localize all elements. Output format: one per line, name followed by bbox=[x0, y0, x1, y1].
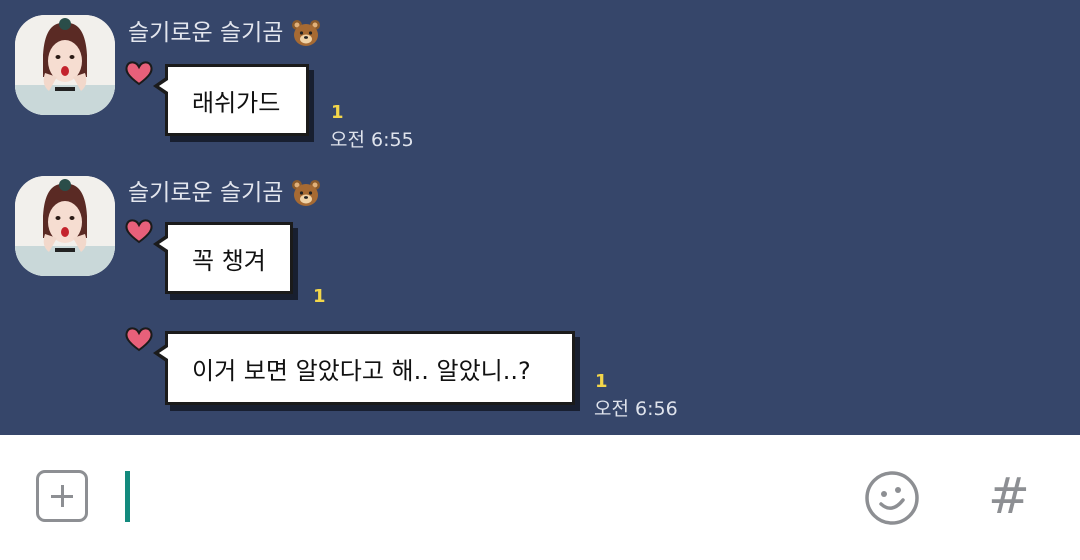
unread-count: 1 bbox=[313, 286, 326, 307]
bear-face-icon bbox=[291, 179, 321, 207]
sender-name-text: 슬기로운 슬기곰 bbox=[128, 180, 284, 206]
sender-name: 슬기로운 슬기곰 bbox=[128, 18, 321, 48]
message-text: 이거 보면 알았다고 해.. 알았니..? bbox=[192, 356, 531, 385]
plus-square-icon[interactable] bbox=[36, 470, 88, 522]
sender-name: 슬기로운 슬기곰 bbox=[128, 178, 321, 208]
message-bubble[interactable]: 이거 보면 알았다고 해.. 알았니..? bbox=[153, 331, 575, 405]
profile-photo bbox=[15, 176, 115, 276]
hashtag-button[interactable]: # bbox=[984, 468, 1034, 524]
heart-icon bbox=[125, 327, 153, 352]
profile-avatar[interactable] bbox=[15, 15, 115, 115]
message-text: 꼭 챙겨 bbox=[192, 246, 266, 275]
unread-count: 1 bbox=[595, 371, 608, 392]
message-time: 오전 6:56 bbox=[594, 398, 678, 420]
profile-photo bbox=[15, 15, 115, 115]
chat-area: 슬기로운 슬기곰 래쉬가드 1 오전 6:55 슬기로운 슬기곰 꼭 챙겨 1 … bbox=[0, 0, 1080, 435]
message-text: 래쉬가드 bbox=[192, 88, 281, 117]
profile-avatar[interactable] bbox=[15, 176, 115, 276]
message-bubble[interactable]: 래쉬가드 bbox=[153, 64, 309, 136]
smiley-icon[interactable] bbox=[864, 470, 920, 526]
text-cursor[interactable] bbox=[125, 471, 130, 522]
unread-count: 1 bbox=[331, 102, 344, 123]
heart-icon bbox=[125, 219, 153, 244]
message-bubble[interactable]: 꼭 챙겨 bbox=[153, 222, 293, 294]
bear-face-icon bbox=[291, 19, 321, 47]
message-time: 오전 6:55 bbox=[330, 129, 414, 151]
sender-name-text: 슬기로운 슬기곰 bbox=[128, 20, 284, 46]
heart-icon bbox=[125, 61, 153, 86]
